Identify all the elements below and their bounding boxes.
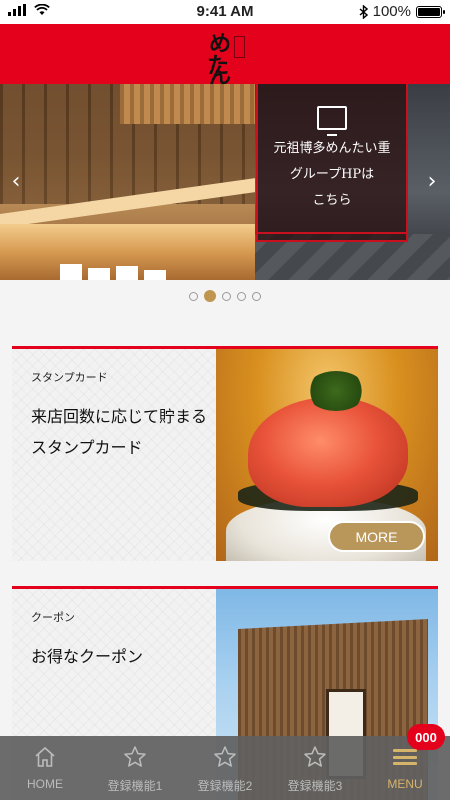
carousel-dots	[0, 290, 450, 302]
banner-overlay-line2: グループHPは	[289, 167, 375, 182]
more-button[interactable]: MORE	[328, 521, 425, 552]
stamp-card-title: 来店回数に応じて貯まるスタンプカード	[31, 407, 208, 457]
group-hp-link[interactable]: 元祖博多めんたい重 グループHPは こちら	[256, 84, 408, 242]
status-right: 100%	[359, 3, 445, 20]
battery-icon	[416, 5, 445, 18]
home-icon	[35, 746, 55, 767]
carousel-dot[interactable]	[204, 290, 216, 302]
menu-icon	[393, 749, 417, 765]
banner-carousel[interactable]: 元祖博多めんたい重 グループHPは こちら ‹ ›	[0, 84, 450, 280]
tab-menu-label: MENU	[387, 777, 423, 791]
tab-menu[interactable]: MENU 000	[360, 724, 450, 800]
app-header: めん た重	[0, 24, 450, 111]
tab-bar: HOME 登録機能1 登録機能2 登録機能3 MENU 000	[0, 724, 450, 800]
star-icon	[124, 746, 146, 767]
tab-feature-3-label: 登録機能3	[287, 779, 343, 793]
bluetooth-icon	[359, 4, 368, 19]
coupon-title: お得なクーポン	[31, 647, 144, 666]
monitor-icon	[317, 106, 347, 136]
coupon-kicker: クーポン	[31, 611, 75, 624]
tab-feature-1[interactable]: 登録機能1	[90, 736, 180, 800]
star-icon	[214, 746, 236, 767]
star-icon	[304, 746, 326, 767]
tab-feature-1-label: 登録機能1	[107, 779, 163, 793]
notification-badge: 000	[407, 724, 445, 750]
tab-feature-2-label: 登録機能2	[197, 779, 253, 793]
battery-percent: 100%	[372, 3, 411, 20]
carousel-next-icon[interactable]: ›	[422, 171, 442, 193]
stamp-card-kicker: スタンプカード	[31, 371, 108, 384]
carousel-dot[interactable]	[237, 291, 246, 301]
tab-home[interactable]: HOME	[0, 736, 90, 800]
banner-overlay-line1: 元祖博多めんたい重	[273, 141, 391, 156]
tab-home-label: HOME	[27, 777, 63, 791]
carousel-dot[interactable]	[222, 291, 231, 301]
brand-logo: めん た重	[205, 28, 245, 111]
carousel-dot[interactable]	[252, 291, 261, 301]
carousel-prev-icon[interactable]: ‹	[6, 171, 26, 193]
status-bar: 9:41 AM 100%	[0, 0, 450, 24]
logo-stamp	[234, 36, 245, 58]
banner-overlay-line3: こちら	[312, 193, 352, 208]
carousel-dot[interactable]	[189, 291, 198, 301]
tab-feature-2[interactable]: 登録機能2	[180, 736, 270, 800]
tab-feature-3[interactable]: 登録機能3	[270, 736, 360, 800]
stamp-card-panel[interactable]: スタンプカード 来店回数に応じて貯まるスタンプカード MORE	[12, 346, 438, 561]
